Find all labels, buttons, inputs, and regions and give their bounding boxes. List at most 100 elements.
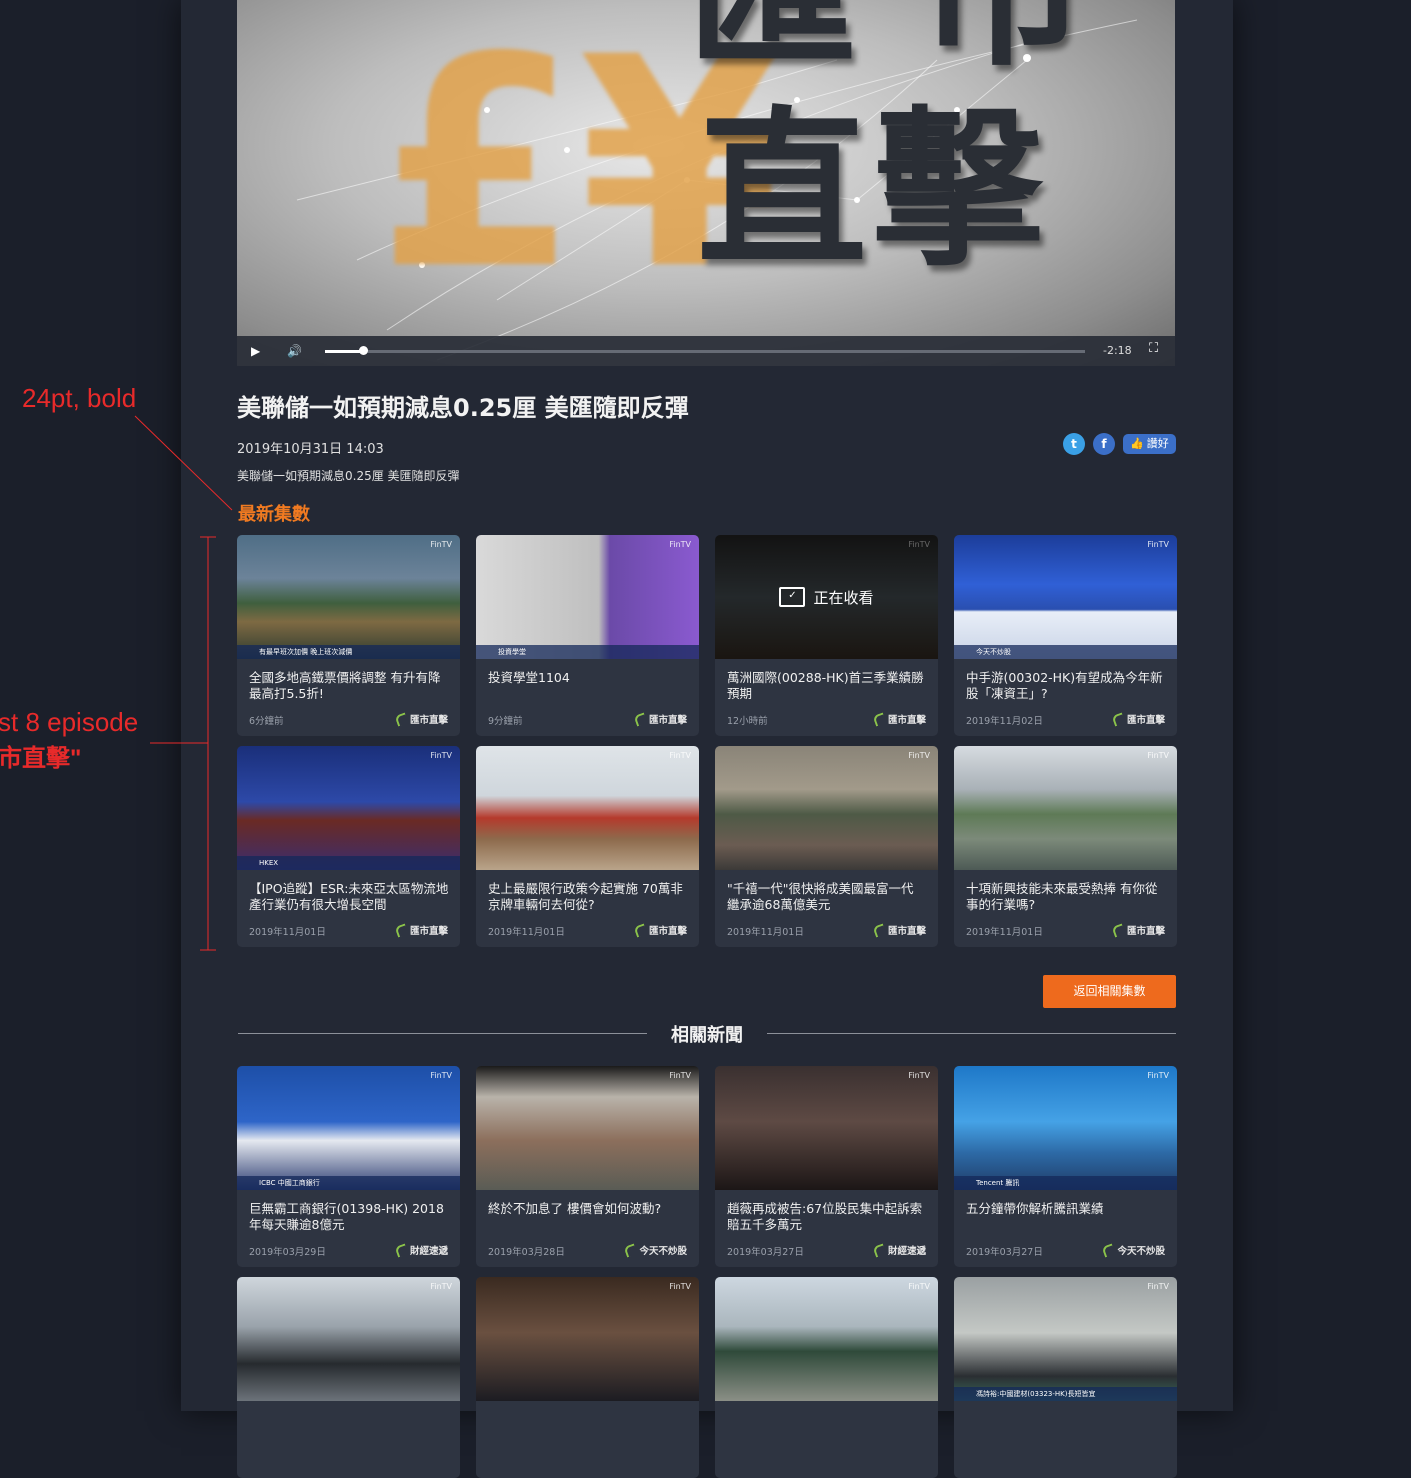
time-remaining: -2:18 <box>1103 344 1132 357</box>
video-card-title[interactable]: 十項新興技能未來最受熱捧 有你從事的行業嗎? <box>966 881 1166 913</box>
video-thumbnail[interactable]: FinTV 投資學堂 <box>476 535 699 659</box>
program-name: 匯市直擊 <box>887 715 926 726</box>
video-thumbnail[interactable]: FinTV <box>715 746 938 870</box>
video-card[interactable]: FinTV 終於不加息了 樓價會如何波動? 2019年03月28日 今天不炒股 <box>476 1066 699 1267</box>
video-card-title[interactable]: 趙薇再成被告:67位股民集中起訴索賠五千多萬元 <box>727 1201 927 1233</box>
channel-logo: FinTV <box>669 1071 691 1080</box>
channel-logo: FinTV <box>908 751 930 760</box>
play-icon[interactable]: ▶ <box>251 342 267 360</box>
latest-episodes-grid: FinTV 有最早班次加價 晚上班次減價 全國多地高鐵票價將調整 有升有降最高打5.… <box>237 535 1177 947</box>
program-name: 匯市直擊 <box>409 926 448 937</box>
video-card-time: 2019年11月01日 <box>966 927 1043 938</box>
channel-logo: FinTV <box>430 751 452 760</box>
video-player[interactable]: £¥ 匯市 直擊 ▶ 🔊 -2:18 ⛶ <box>237 0 1175 366</box>
program-logo-icon <box>1101 1242 1117 1258</box>
video-thumbnail[interactable]: FinTV✓正在收看 <box>715 535 938 659</box>
seek-progress <box>325 350 363 353</box>
video-card-time: 2019年03月27日 <box>966 1247 1043 1258</box>
program-logo-icon <box>1111 922 1126 938</box>
volume-icon[interactable]: 🔊 <box>287 342 302 360</box>
back-to-episodes-button[interactable]: 返回相關集數 <box>1043 975 1176 1008</box>
video-card[interactable]: FinTV 投資學堂 投資學堂1104 9分鐘前 匯市直擊 <box>476 535 699 736</box>
like-label: 讚好 <box>1146 437 1169 450</box>
video-card-title[interactable]: 中手游(00302-HK)有望成為今年新股「凍資王」? <box>966 670 1166 702</box>
video-card-title[interactable]: 終於不加息了 樓價會如何波動? <box>488 1201 688 1217</box>
thumbnail-caption: 有最早班次加價 晚上班次減價 <box>237 645 460 659</box>
video-card[interactable]: FinTV ICBC 中國工商銀行巨無霸工商銀行(01398-HK) 2018年每… <box>237 1066 460 1267</box>
video-card-program: 匯市直擊 <box>394 711 448 727</box>
like-button[interactable]: 👍 讚好 <box>1123 434 1176 454</box>
video-card-time: 2019年11月01日 <box>727 927 804 938</box>
program-logo-icon <box>394 922 409 938</box>
video-card-title[interactable]: "千禧一代"很快將成美國最富一代 繼承逾68萬億美元 <box>727 881 927 913</box>
program-name: 匯市直擊 <box>648 926 687 937</box>
thumbnail-caption: Tencent 騰訊 <box>954 1176 1177 1190</box>
video-card-time: 2019年11月02日 <box>966 716 1043 727</box>
video-card[interactable]: FinTV 今天不炒股中手游(00302-HK)有望成為今年新股「凍資王」? 201… <box>954 535 1177 736</box>
program-logo-icon <box>394 1242 409 1258</box>
article-description: 美聯儲一如預期減息0.25厘 美匯隨即反彈 <box>237 469 460 483</box>
video-card[interactable]: FinTV <box>715 1277 938 1478</box>
video-thumbnail[interactable]: FinTV <box>237 1277 460 1401</box>
program-logo-icon <box>872 922 887 938</box>
channel-logo: FinTV <box>1147 751 1169 760</box>
video-card[interactable]: FinTV <box>476 1277 699 1478</box>
fullscreen-icon[interactable]: ⛶ <box>1149 341 1158 356</box>
video-thumbnail[interactable]: FinTV <box>715 1066 938 1190</box>
channel-logo: FinTV <box>669 1282 691 1291</box>
video-thumbnail[interactable]: FinTV Tencent 騰訊 <box>954 1066 1177 1190</box>
video-thumbnail[interactable]: FinTV HKEX <box>237 746 460 870</box>
video-card-title[interactable]: 五分鐘帶你解析騰訊業績 <box>966 1201 1166 1217</box>
video-card-title[interactable]: 【IPO追蹤】ESR:未來亞太區物流地產行業仍有很大增長空間 <box>249 881 449 913</box>
program-name: 今天不炒股 <box>1117 1246 1165 1257</box>
program-name: 財經速遞 <box>409 1246 448 1257</box>
program-name: 匯市直擊 <box>648 715 687 726</box>
video-card-title[interactable]: 全國多地高鐵票價將調整 有升有降最高打5.5折! <box>249 670 449 702</box>
program-logo-icon <box>633 711 648 727</box>
video-card-time: 12小時前 <box>727 716 768 727</box>
thumbnail-caption: 投資學堂 <box>476 645 699 659</box>
video-card-title[interactable]: 投資學堂1104 <box>488 670 688 686</box>
video-thumbnail[interactable]: FinTV ICBC 中國工商銀行 <box>237 1066 460 1190</box>
video-card[interactable]: FinTV 有最早班次加價 晚上班次減價全國多地高鐵票價將調整 有升有降最高打5.… <box>237 535 460 736</box>
twitter-icon[interactable]: t <box>1063 433 1085 455</box>
program-name: 匯市直擊 <box>409 715 448 726</box>
video-card[interactable]: FinTV 史上最嚴限行政策今起實施 70萬非京牌車輛何去何從? 2019年11月0… <box>476 746 699 947</box>
video-thumbnail[interactable]: FinTV <box>954 746 1177 870</box>
program-name: 匯市直擊 <box>887 926 926 937</box>
video-card[interactable]: FinTV Tencent 騰訊五分鐘帶你解析騰訊業績 2019年03月27日 今天不… <box>954 1066 1177 1267</box>
video-thumbnail[interactable]: FinTV <box>476 1277 699 1401</box>
seek-bar[interactable] <box>325 346 1085 355</box>
video-thumbnail[interactable]: FinTV <box>715 1277 938 1401</box>
facebook-icon[interactable]: f <box>1093 433 1115 455</box>
video-card-time: 2019年11月01日 <box>249 927 326 938</box>
video-card-title[interactable]: 史上最嚴限行政策今起實施 70萬非京牌車輛何去何從? <box>488 881 688 913</box>
program-logo-icon <box>623 1242 639 1258</box>
video-thumbnail[interactable]: FinTV <box>476 746 699 870</box>
annotation-episodes-line2: 市直擊" <box>0 745 82 772</box>
channel-logo: FinTV <box>1147 1282 1169 1291</box>
video-card[interactable]: FinTV 馮詩裕:中國建材(03323-HK)長短皆宜 <box>954 1277 1177 1478</box>
channel-logo: FinTV <box>669 540 691 549</box>
seek-handle[interactable] <box>359 346 368 355</box>
video-card[interactable]: FinTV 趙薇再成被告:67位股民集中起訴索賠五千多萬元 2019年03月27日 財… <box>715 1066 938 1267</box>
video-card-title[interactable]: 巨無霸工商銀行(01398-HK) 2018年每天賺逾8億元 <box>249 1201 449 1233</box>
article-title: 美聯儲一如預期減息0.25厘 美匯隨即反彈 <box>237 394 689 422</box>
channel-logo: FinTV <box>430 1282 452 1291</box>
channel-logo: FinTV <box>669 751 691 760</box>
video-card[interactable]: FinTV <box>237 1277 460 1478</box>
video-card[interactable]: FinTV 十項新興技能未來最受熱捧 有你從事的行業嗎? 2019年11月01日 匯市… <box>954 746 1177 947</box>
video-card[interactable]: FinTV HKEX 【IPO追蹤】ESR:未來亞太區物流地產行業仍有很大增長空間 2… <box>237 746 460 947</box>
video-card-program: 匯市直擊 <box>394 922 448 938</box>
video-card[interactable]: FinTV "千禧一代"很快將成美國最富一代 繼承逾68萬億美元 2019年11月0… <box>715 746 938 947</box>
video-card-title[interactable]: 萬洲國際(00288-HK)首三季業績勝預期 <box>727 670 927 702</box>
video-card-program: 財經速遞 <box>394 1242 448 1258</box>
latest-episodes-heading: 最新集數 <box>238 504 310 525</box>
video-card-time: 2019年11月01日 <box>488 927 565 938</box>
video-thumbnail[interactable]: FinTV 馮詩裕:中國建材(03323-HK)長短皆宜 <box>954 1277 1177 1401</box>
video-thumbnail[interactable]: FinTV <box>476 1066 699 1190</box>
video-thumbnail[interactable]: FinTV 有最早班次加價 晚上班次減價 <box>237 535 460 659</box>
channel-logo: FinTV <box>908 1071 930 1080</box>
video-thumbnail[interactable]: FinTV 今天不炒股 <box>954 535 1177 659</box>
video-card[interactable]: FinTV✓正在收看萬洲國際(00288-HK)首三季業績勝預期 12小時前 匯市直… <box>715 535 938 736</box>
